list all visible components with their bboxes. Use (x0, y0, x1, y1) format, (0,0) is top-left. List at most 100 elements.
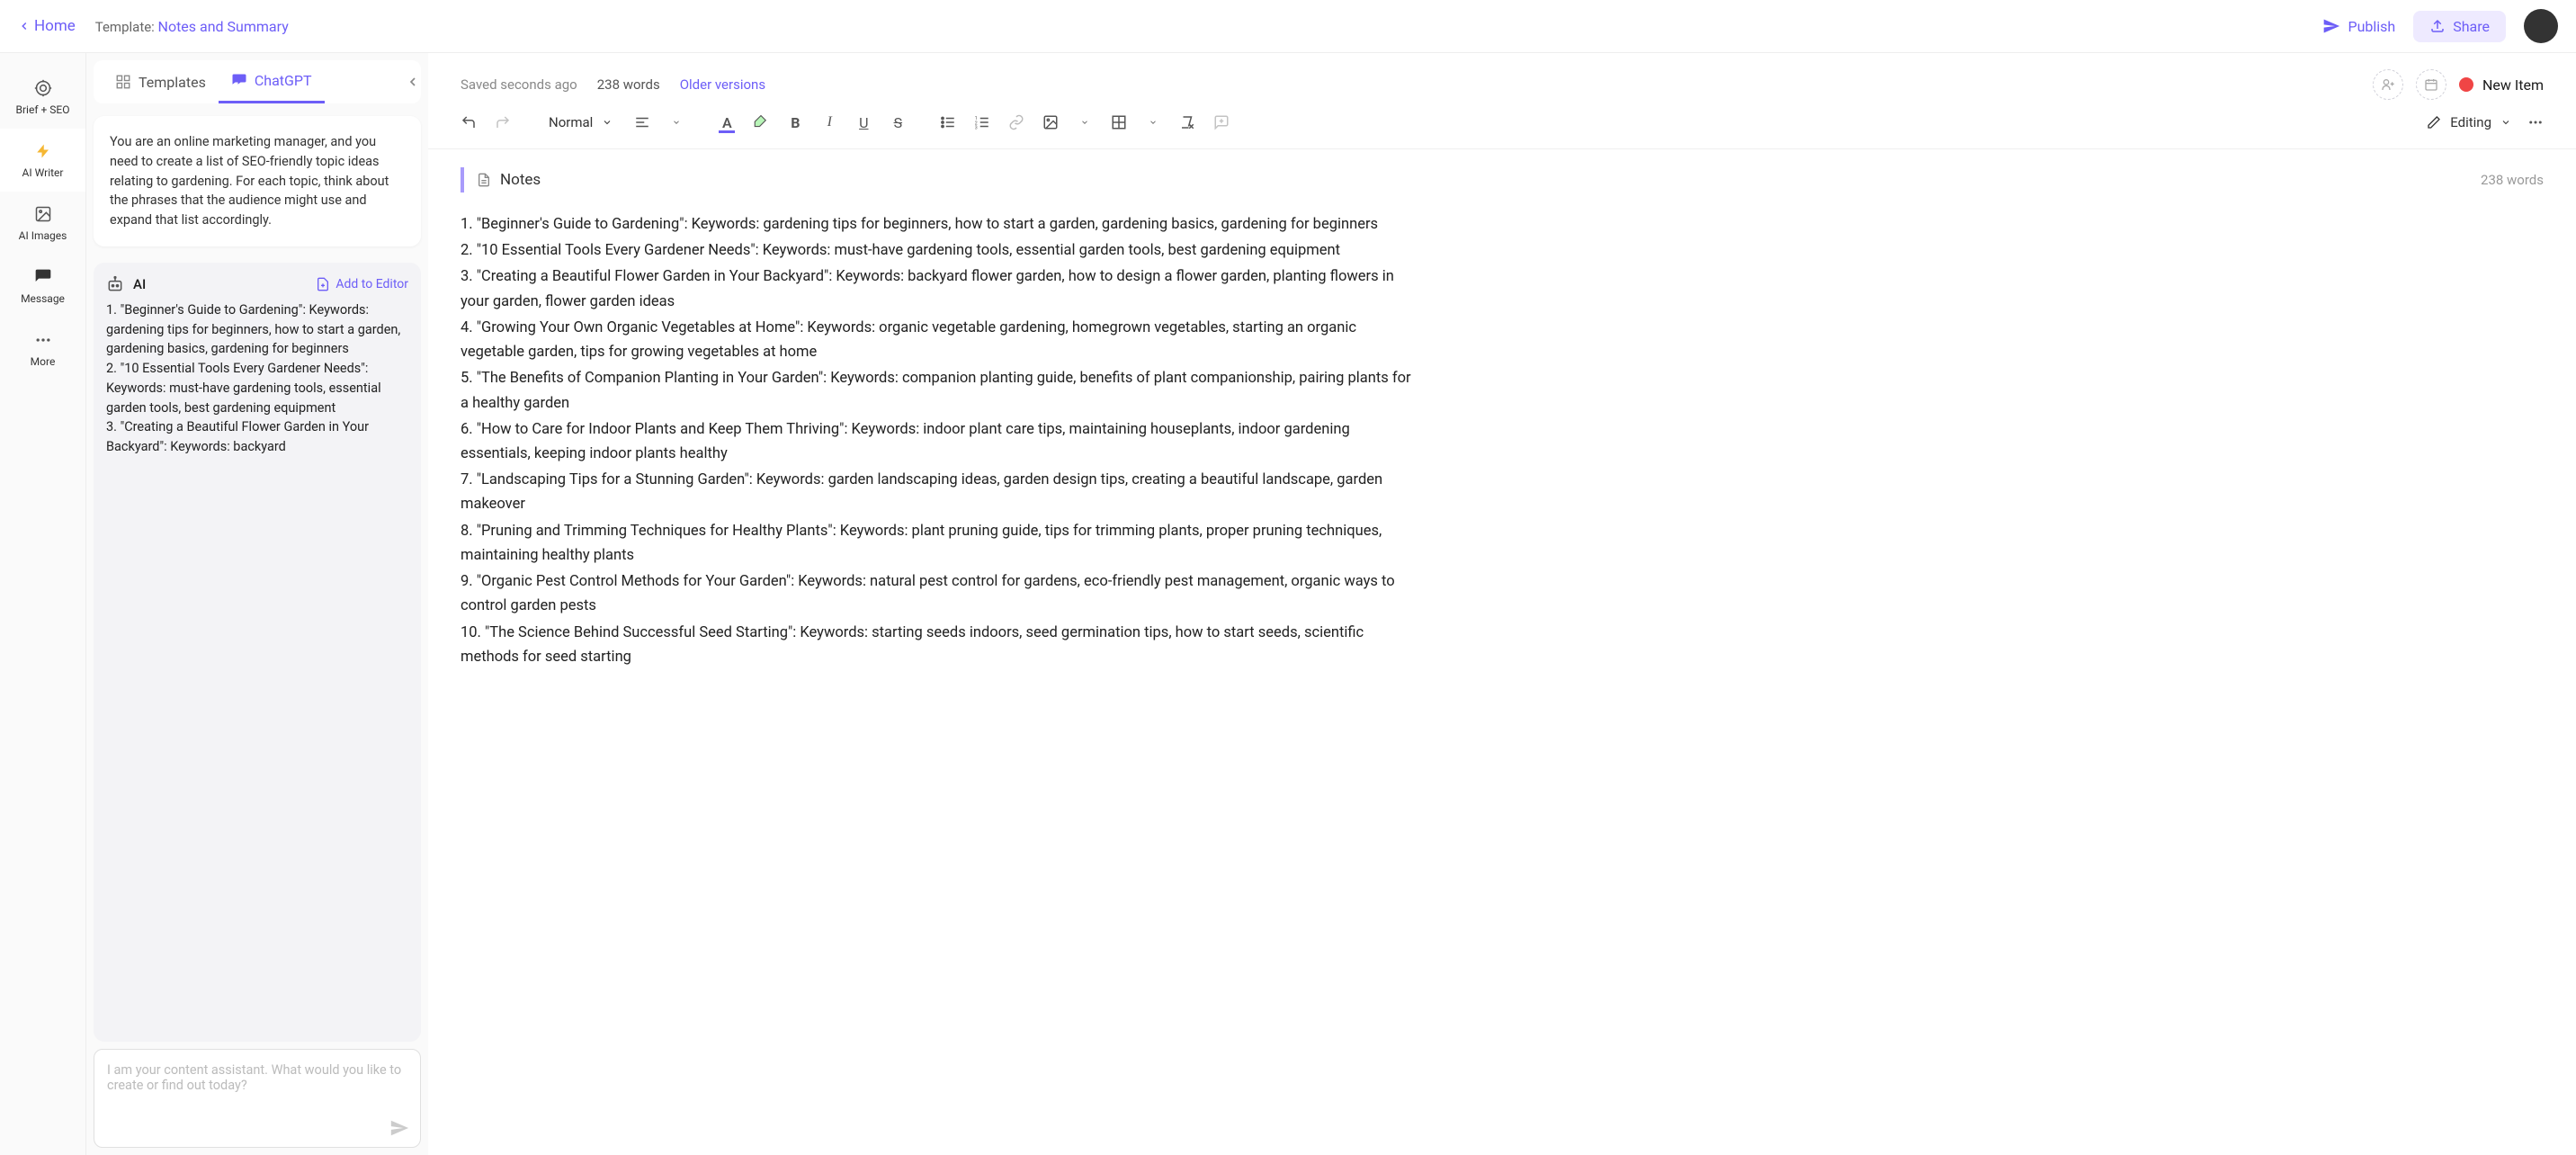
system-prompt-text: You are an online marketing manager, and… (110, 132, 405, 230)
collapse-panel-button[interactable] (403, 72, 423, 92)
document-body[interactable]: Notes 238 words 1. "Beginner's Guide to … (428, 149, 2576, 1155)
chat-textarea[interactable] (107, 1062, 407, 1125)
doc-line[interactable]: 3. "Creating a Beautiful Flower Garden i… (461, 264, 1414, 313)
doc-line[interactable]: 10. "The Science Behind Successful Seed … (461, 621, 1414, 669)
clear-format-button[interactable] (1174, 109, 1201, 136)
rail-images-label: AI Images (19, 229, 67, 242)
doc-line[interactable]: 5. "The Benefits of Companion Planting i… (461, 366, 1414, 415)
chat-icon (231, 73, 247, 89)
tab-templates-label: Templates (139, 74, 206, 91)
grid-icon (115, 74, 131, 90)
share-label: Share (2453, 18, 2490, 35)
rail-more[interactable]: More (0, 318, 85, 381)
paragraph-style-select[interactable]: Normal (540, 111, 622, 134)
editor-toolbar: Normal A B I U S 123 (428, 102, 2576, 149)
highlight-button[interactable] (747, 109, 774, 136)
link-button[interactable] (1003, 109, 1030, 136)
chevron-left-icon (18, 20, 31, 32)
left-rail: Brief + SEO AI Writer AI Images Message … (0, 53, 86, 1155)
tab-chatgpt[interactable]: ChatGPT (219, 60, 325, 103)
older-versions-link[interactable]: Older versions (680, 76, 765, 93)
chat-panel: Templates ChatGPT You are an online mark… (86, 53, 428, 1155)
document-text[interactable]: 1. "Beginner's Guide to Gardening": Keyw… (461, 212, 1414, 669)
add-collaborator-button[interactable] (2373, 69, 2403, 100)
calendar-button[interactable] (2416, 69, 2446, 100)
status-new-item[interactable]: New Item (2459, 76, 2544, 94)
tab-templates[interactable]: Templates (103, 60, 219, 103)
image-icon (33, 204, 53, 224)
chevron-down-icon (2500, 117, 2511, 128)
system-prompt-card: You are an online marketing manager, and… (94, 116, 421, 246)
doc-line[interactable]: 8. "Pruning and Trimming Techniques for … (461, 519, 1414, 568)
editor: Saved seconds ago 238 words Older versio… (428, 53, 2576, 1155)
bold-button[interactable]: B (782, 109, 809, 136)
status-dot-icon (2459, 77, 2473, 92)
panel-tabs: Templates ChatGPT (94, 60, 421, 103)
paragraph-style-label: Normal (549, 114, 593, 130)
rail-message-label: Message (21, 292, 65, 305)
template-name[interactable]: Notes and Summary (158, 18, 289, 35)
table-dropdown[interactable] (1140, 109, 1167, 136)
doc-line[interactable]: 2. "10 Essential Tools Every Gardener Ne… (461, 238, 1414, 263)
rail-more-label: More (31, 355, 56, 368)
text-color-button[interactable]: A (713, 109, 740, 136)
pencil-icon (2427, 115, 2441, 130)
template-label: Template: Notes and Summary (95, 18, 289, 35)
ai-response-block: AI Add to Editor 1. "Beginner's Guide to… (94, 263, 421, 1042)
comment-button[interactable] (1208, 109, 1235, 136)
chat-input-box[interactable] (94, 1049, 421, 1148)
undo-button[interactable] (455, 109, 482, 136)
publish-button[interactable]: Publish (2322, 17, 2395, 35)
send-button[interactable] (389, 1118, 409, 1138)
strike-button[interactable]: S (884, 109, 911, 136)
align-button[interactable] (629, 109, 656, 136)
rail-ai-images[interactable]: AI Images (0, 192, 85, 255)
rail-brief-label: Brief + SEO (16, 103, 70, 116)
message-icon (33, 267, 53, 287)
template-prefix: Template: (95, 19, 158, 35)
bullet-list-button[interactable] (935, 109, 962, 136)
doc-line[interactable]: 7. "Landscaping Tips for a Stunning Gard… (461, 468, 1414, 516)
more-menu-button[interactable] (2522, 109, 2549, 136)
doc-line[interactable]: 4. "Growing Your Own Organic Vegetables … (461, 316, 1414, 364)
editing-mode-label: Editing (2450, 114, 2491, 130)
doc-line[interactable]: 1. "Beginner's Guide to Gardening": Keyw… (461, 212, 1414, 237)
align-dropdown[interactable] (663, 109, 690, 136)
avatar[interactable] (2524, 9, 2558, 43)
doc-line[interactable]: 9. "Organic Pest Control Methods for You… (461, 569, 1414, 618)
more-icon (33, 330, 53, 350)
image-button[interactable] (1037, 109, 1064, 136)
plus-doc-icon (316, 277, 330, 291)
home-label: Home (34, 17, 76, 35)
status-label: New Item (2482, 76, 2544, 94)
rail-ai-writer[interactable]: AI Writer (0, 129, 85, 192)
publish-label: Publish (2348, 18, 2395, 35)
home-link[interactable]: Home (18, 17, 76, 35)
notes-title: Notes (500, 171, 541, 189)
robot-icon (106, 275, 124, 293)
add-to-editor-label: Add to Editor (335, 277, 408, 291)
word-count: 238 words (597, 76, 660, 93)
ordered-list-button[interactable]: 123 (969, 109, 996, 136)
chevron-down-icon (602, 117, 613, 128)
share-button[interactable]: Share (2413, 11, 2506, 42)
send-icon (2322, 17, 2340, 35)
redo-button[interactable] (489, 109, 516, 136)
tab-chatgpt-label: ChatGPT (255, 72, 312, 89)
doc-icon (477, 173, 491, 187)
bolt-icon (33, 141, 53, 161)
rail-brief-seo[interactable]: Brief + SEO (0, 66, 85, 129)
ai-label: AI (133, 276, 146, 292)
table-button[interactable] (1105, 109, 1132, 136)
doc-line[interactable]: 6. "How to Care for Indoor Plants and Ke… (461, 417, 1414, 466)
svg-text:3: 3 (975, 126, 978, 131)
add-to-editor-button[interactable]: Add to Editor (316, 277, 408, 291)
doc-meta-bar: Saved seconds ago 238 words Older versio… (428, 53, 2576, 102)
upload-icon (2429, 18, 2446, 34)
underline-button[interactable]: U (850, 109, 877, 136)
editing-mode-select[interactable]: Editing (2427, 114, 2511, 130)
notes-section-header: Notes 238 words (461, 167, 2544, 192)
image-dropdown[interactable] (1071, 109, 1098, 136)
italic-button[interactable]: I (816, 109, 843, 136)
rail-message[interactable]: Message (0, 255, 85, 318)
